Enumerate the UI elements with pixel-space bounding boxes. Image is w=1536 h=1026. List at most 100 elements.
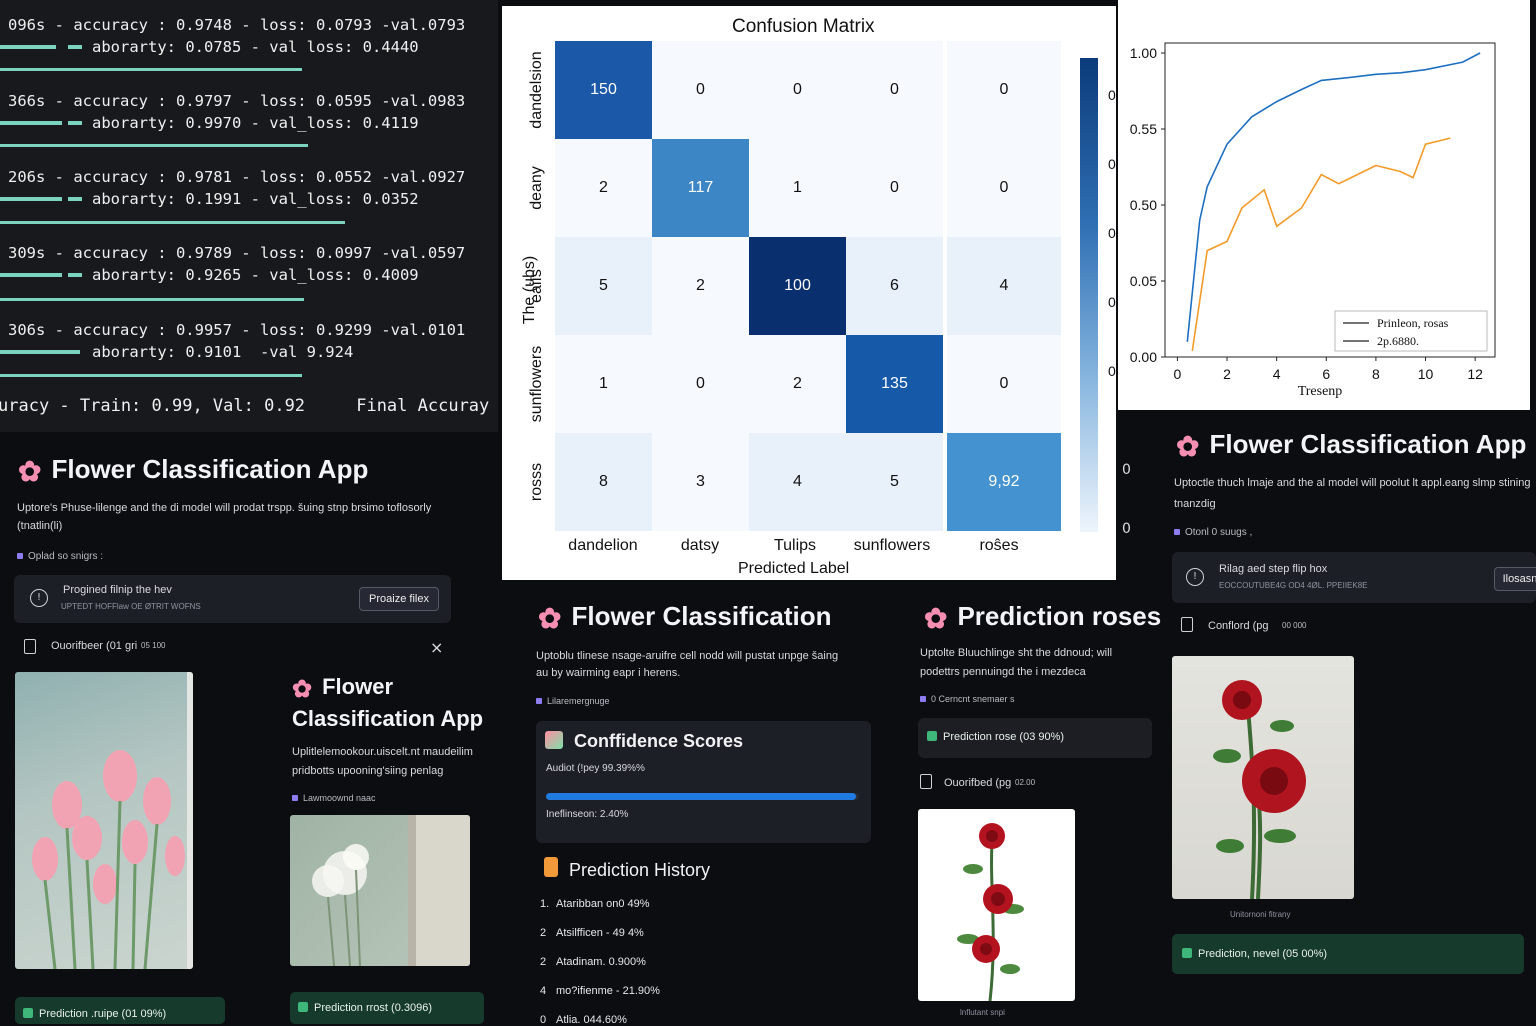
- confidence-footer: Ineflinseon: 2.40%: [546, 809, 629, 820]
- history-item: Atadinam. 0.900%: [556, 956, 646, 968]
- upload-label: Otonl 0 suugs ,: [1174, 527, 1252, 538]
- progress-bar: [0, 374, 302, 377]
- confusion-matrix-title: Confusion Matrix: [732, 16, 875, 37]
- plot-frame: [1164, 42, 1496, 358]
- file-icon: [920, 774, 932, 789]
- series-line: [1186, 52, 1481, 342]
- x-tick-label: 2: [1223, 366, 1231, 382]
- legend-label: 2p.6880.: [1377, 334, 1419, 348]
- legend-label: Prinleon, rosas: [1377, 316, 1449, 330]
- matrix-cell: 9,92: [947, 433, 1061, 531]
- app-description: Uptoblu tlinese nsage-aruifre cell nodd …: [536, 650, 839, 662]
- uploader-subtitle: EOCCOUTUBE4G OD4 4ØL. PPEIIEK8E: [1219, 581, 1368, 590]
- y-tick-label: rosss: [528, 462, 545, 502]
- matrix-cell: 2: [749, 335, 846, 433]
- app-description: podettrs pennuingd the i mezdeca: [920, 666, 1086, 678]
- matrix-cell: 5: [846, 433, 943, 531]
- x-tick-label: 10: [1418, 366, 1434, 382]
- y-tick-label: 0.05: [1130, 273, 1157, 289]
- upload-cloud-icon: !: [30, 589, 48, 607]
- browse-files-button[interactable]: Ilosasn: [1494, 567, 1536, 591]
- epoch-line: aborarty: 0.9101 -val 9.924: [92, 343, 354, 361]
- app-description: Uptolte Bluuchlinge sht the ddnoud; will: [920, 647, 1113, 659]
- progress-bar: [0, 121, 62, 125]
- progress-bar: [68, 197, 82, 201]
- epoch-line: 206s - accuracy : 0.9781 - loss: 0.0552 …: [8, 168, 466, 186]
- colorbar-tick: 0: [1122, 521, 1131, 537]
- confidence-title: Conffidence Scores: [574, 731, 744, 751]
- progress-bar: [0, 144, 308, 147]
- app-title: ✿ Prediction roses: [924, 601, 1162, 634]
- matrix-cell: 0: [652, 335, 749, 433]
- upload-icon: [17, 553, 23, 559]
- matrix-cell: 2: [652, 237, 749, 335]
- x-tick-label: roŝes: [979, 537, 1019, 554]
- epoch-line: aborarty: 0.9265 - val_loss: 0.4009: [92, 266, 419, 284]
- chart-icon: [545, 731, 563, 749]
- history-item-number: 2: [540, 956, 547, 968]
- epoch-line: aborarty: 0.1991 - val_loss: 0.0352: [92, 190, 419, 208]
- matrix-cell: 0: [846, 41, 943, 139]
- progress-bar: [0, 221, 345, 224]
- history-item: Atlia. 044.60%: [556, 1014, 627, 1026]
- matrix-cell: 4: [749, 433, 846, 531]
- dandelion-photo: [290, 815, 470, 966]
- progress-bar: [0, 273, 62, 277]
- rose-illustration: [957, 823, 1024, 1001]
- training-curve-chart: 1.00 0.55 0.50 0.05 0.00 0 2 4 6 8 10 12 Tresenp Prin…: [1130, 42, 1496, 399]
- file-uploader[interactable]: ! Progined filnip the hev UPTEDT HOFFlaw…: [14, 575, 451, 623]
- success-icon: [1182, 948, 1192, 958]
- matrix-cell: 100: [749, 237, 846, 335]
- upload-label: Lilaremergnuge: [536, 696, 610, 706]
- prediction-result: Prediction rose (03 90%): [918, 718, 1152, 758]
- epoch-line: 306s - accuracy : 0.9957 - loss: 0.9299 …: [8, 321, 466, 339]
- flower-icon: ✿: [18, 456, 42, 487]
- upload-label: 0 Cerncnt snemaer s: [920, 694, 1015, 704]
- image-caption: lnflutant snpi: [960, 1008, 1005, 1017]
- upload-cloud-icon: !: [1186, 568, 1204, 586]
- file-uploader[interactable]: ! Rilag aed step flip hox EOCCOUTUBE4G O…: [1172, 552, 1536, 603]
- epoch-line: 366s - accuracy : 0.9797 - loss: 0.0595 …: [8, 92, 466, 110]
- app-description: au by wairming eapr i herens.: [536, 667, 681, 679]
- colorbar-tick: 0: [1122, 462, 1131, 478]
- browse-files-button[interactable]: Proaize filex: [359, 587, 439, 611]
- history-icon: [544, 857, 558, 877]
- x-tick-label: 4: [1273, 366, 1281, 382]
- matrix-cell: 135: [846, 335, 943, 433]
- matrix-cell: 0: [947, 139, 1061, 237]
- matrix-cell: 2: [555, 139, 652, 237]
- app-title: ✿ Flower: [292, 674, 394, 703]
- uploaded-file-name: Conflord (pg: [1208, 620, 1269, 632]
- flower-icon: ✿: [924, 603, 948, 634]
- matrix-cell: 6: [846, 237, 943, 335]
- rose-photo: [1172, 656, 1354, 899]
- matrix-cell: 0: [652, 41, 749, 139]
- file-icon: [1181, 617, 1193, 632]
- matrix-cell: 117: [652, 139, 749, 237]
- success-icon: [23, 1008, 33, 1018]
- x-tick-label: Tulips: [773, 537, 817, 554]
- app-description: pridbotts upooning'siing penlag: [292, 765, 444, 777]
- history-item-number: 2: [540, 927, 547, 939]
- confusion-matrix-panel: Confusion Matrix 150 0 0 0 0 2 117 1 0 0 5 2 100 6 4 1 0…: [502, 6, 1127, 580]
- upload-icon: [1174, 529, 1180, 535]
- y-tick-label: sunflowers: [528, 345, 545, 423]
- upload-label: Lawmoownd naac: [292, 793, 376, 803]
- prediction-result: Prediction rrost (0.3096): [290, 992, 484, 1024]
- app-title: ✿ Flower Classification: [538, 601, 832, 634]
- final-accuracy-line: uracy - Train: 0.99, Val: 0.92 Final Acc…: [0, 396, 490, 416]
- uploaded-file-name: Ouorifbeer (01 gri: [51, 640, 138, 652]
- app-description: Uptoctle thuch lmaje and the al model wi…: [1174, 477, 1531, 489]
- progress-bar: [0, 350, 80, 354]
- uploaded-file-name: Ouorifbed (pg: [944, 777, 1012, 789]
- app-description: (tnatlin(li): [17, 520, 63, 532]
- prediction-history-title: Prediction History: [569, 860, 711, 880]
- x-tick-label: sunflowers: [853, 537, 931, 554]
- y-tick-label: 0.00: [1130, 349, 1157, 365]
- matrix-cell: 150: [555, 41, 652, 139]
- confidence-bar-track: [546, 793, 859, 800]
- app-description: tnanzdig: [1174, 498, 1216, 510]
- training-curve-panel: 1.00 0.55 0.50 0.05 0.00 0 2 4 6 8 10 12 Tresenp Prin…: [1118, 0, 1530, 410]
- remove-file-button[interactable]: ×: [430, 638, 443, 657]
- matrix-cell: 0: [947, 335, 1061, 433]
